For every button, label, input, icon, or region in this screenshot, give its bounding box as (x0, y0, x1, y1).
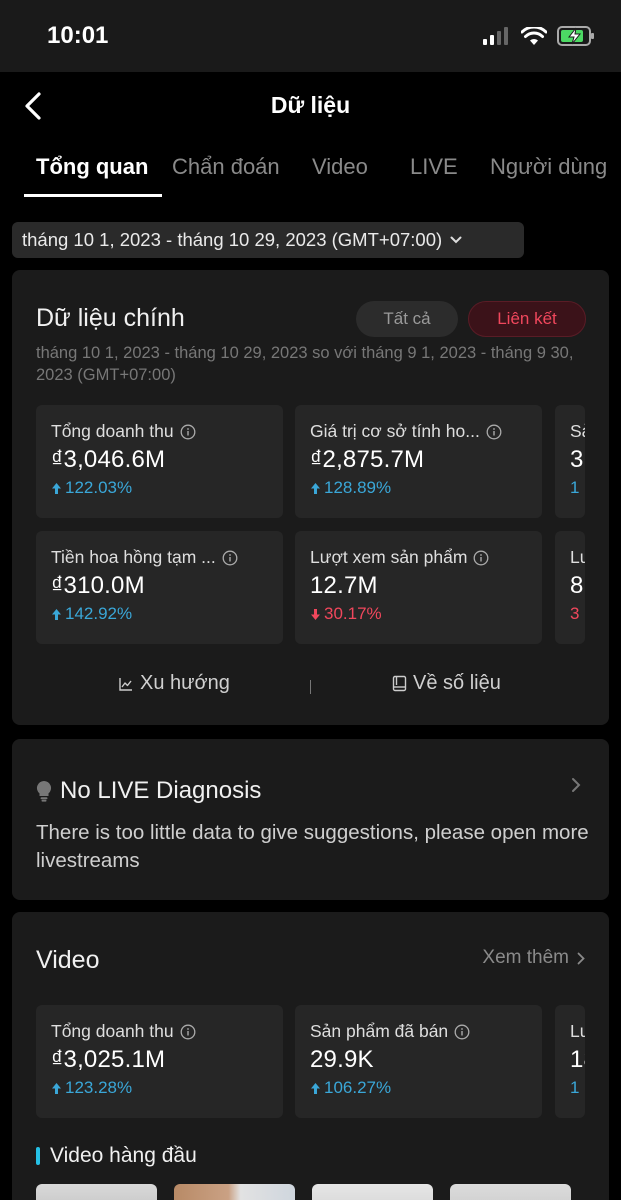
metric-change: 142.92% (65, 604, 133, 623)
arrow-up-icon (311, 482, 320, 494)
status-icons (483, 26, 595, 46)
lightbulb-icon (36, 780, 52, 802)
metric-change: 3 (570, 604, 580, 623)
top-videos-header: Video hàng đầu (36, 1144, 197, 1168)
date-range-label: tháng 10 1, 2023 - tháng 10 29, 2023 (GM… (22, 229, 443, 250)
tab-users[interactable]: Người dùng (490, 154, 607, 180)
chevron-down-icon (450, 236, 462, 244)
tab-video[interactable]: Video (312, 154, 368, 180)
filter-all-button[interactable]: Tất cả (356, 301, 458, 337)
page-title: Dữ liệu (270, 92, 351, 118)
section-accent-bar (36, 1147, 40, 1165)
trend-link-label: Xu hướng (140, 672, 230, 694)
divider (310, 680, 311, 694)
info-icon[interactable] (473, 550, 489, 566)
metric-value: 18 (570, 1046, 585, 1073)
metric-label: Giá trị cơ sở tính ho... (310, 421, 480, 441)
live-diagnosis-card[interactable]: No LIVE Diagnosis There is too little da… (12, 739, 609, 900)
arrow-up-icon (311, 1082, 320, 1094)
video-section-card: Video Xem thêm Tổng doanh thu ₫3,025.1M … (12, 912, 609, 1200)
wifi-icon (521, 26, 547, 45)
video-metric-partial[interactable]: Lư 18 1 (555, 1005, 585, 1118)
video-section-title: Video (36, 946, 100, 974)
diagnosis-message: There is too little data to give suggest… (36, 821, 589, 872)
tab-diagnosis[interactable]: Chẩn đoán (172, 154, 280, 180)
metric-value: 29.9K (310, 1046, 374, 1073)
video-thumbnail[interactable] (36, 1184, 157, 1200)
chevron-right-icon (572, 778, 581, 792)
see-more-link[interactable]: Xem thêm (482, 947, 585, 969)
video-thumbnail[interactable] (312, 1184, 433, 1200)
metric-change: 106.27% (324, 1078, 392, 1097)
info-icon[interactable] (222, 550, 238, 566)
nav-header: Dữ liệu (0, 72, 621, 142)
video-metric-products-sold[interactable]: Sản phẩm đã bán 29.9K 106.27% (295, 1005, 542, 1118)
metric-change: 1 (570, 1078, 580, 1097)
metric-value: ₫2,875.7M (310, 446, 425, 473)
trend-link[interactable]: Xu hướng (118, 672, 230, 695)
metric-label: Sản phẩm đã bán (310, 1021, 449, 1041)
arrow-up-icon (52, 608, 61, 620)
top-videos-title: Video hàng đầu (50, 1144, 197, 1167)
filter-link-button[interactable]: Liên kết (468, 301, 586, 337)
metric-card-product-views[interactable]: Lượt xem sản phẩm 12.7M 30.17% (295, 531, 542, 644)
metric-change: 122.03% (65, 478, 133, 497)
info-icon[interactable] (180, 424, 196, 440)
metric-label: Sả (570, 421, 585, 441)
metric-card-total-revenue[interactable]: Tổng doanh thu ₫3,046.6M 122.03% (36, 405, 283, 518)
date-range-selector[interactable]: tháng 10 1, 2023 - tháng 10 29, 2023 (GM… (12, 222, 524, 258)
video-thumbnail[interactable] (174, 1184, 295, 1200)
arrow-up-icon (52, 482, 61, 494)
arrow-up-icon (52, 1082, 61, 1094)
tab-overview[interactable]: Tổng quan (36, 154, 148, 180)
metric-card-base-value[interactable]: Giá trị cơ sở tính ho... ₫2,875.7M 128.8… (295, 405, 542, 518)
tab-bar: Tổng quan Chẩn đoán Video LIVE Người dùn… (0, 142, 621, 200)
card-links-row: Xu hướng Về số liệu (12, 672, 609, 702)
metric-label: Lượt xem sản phẩm (310, 547, 468, 567)
about-metrics-label: Về số liệu (413, 672, 501, 694)
metric-label: Lư (570, 1021, 585, 1041)
tab-live[interactable]: LIVE (410, 154, 458, 180)
battery-charging-icon (557, 26, 594, 46)
metric-value: ₫3,025.1M (51, 1046, 166, 1073)
about-metrics-link[interactable]: Về số liệu (392, 672, 501, 695)
metric-value: ₫3,046.6M (51, 446, 166, 473)
metric-value: 12.7M (310, 572, 378, 599)
comparison-period: tháng 10 1, 2023 - tháng 10 29, 2023 so … (36, 344, 574, 384)
status-bar: 10:01 (0, 0, 621, 72)
metric-change: 123.28% (65, 1078, 133, 1097)
metric-value: ₫310.0M (51, 572, 145, 599)
metric-label: Tiền hoa hồng tạm ... (51, 547, 216, 567)
metric-card-commission[interactable]: Tiền hoa hồng tạm ... ₫310.0M 142.92% (36, 531, 283, 644)
active-tab-indicator (24, 194, 162, 197)
video-metric-total-revenue[interactable]: Tổng doanh thu ₫3,025.1M 123.28% (36, 1005, 283, 1118)
main-data-title: Dữ liệu chính (36, 304, 185, 332)
metric-value: 3 (570, 446, 584, 473)
chevron-right-icon (577, 952, 585, 964)
line-chart-icon (119, 677, 132, 691)
main-data-card: Dữ liệu chính Tất cả Liên kết tháng 10 1… (12, 270, 609, 725)
arrow-down-icon (311, 608, 320, 620)
metric-card-partial[interactable]: Sả 3 1 (555, 405, 585, 518)
diagnosis-title: No LIVE Diagnosis (60, 777, 262, 804)
signal-icon (483, 27, 508, 45)
video-thumbnail[interactable] (450, 1184, 571, 1200)
metric-change: 30.17% (324, 604, 382, 623)
status-time: 10:01 (47, 22, 109, 49)
metric-value: 8 (570, 572, 584, 599)
metric-label: Tổng doanh thu (51, 421, 174, 441)
metric-card-partial[interactable]: Lư 8 3 (555, 531, 585, 644)
metric-label: Tổng doanh thu (51, 1021, 174, 1041)
metric-change: 1 (570, 478, 580, 497)
info-icon[interactable] (454, 1024, 470, 1040)
see-more-label: Xem thêm (482, 947, 569, 968)
metric-change: 128.89% (324, 478, 392, 497)
metric-label: Lư (570, 547, 585, 567)
info-icon[interactable] (486, 424, 502, 440)
info-icon[interactable] (180, 1024, 196, 1040)
book-icon (392, 675, 407, 692)
